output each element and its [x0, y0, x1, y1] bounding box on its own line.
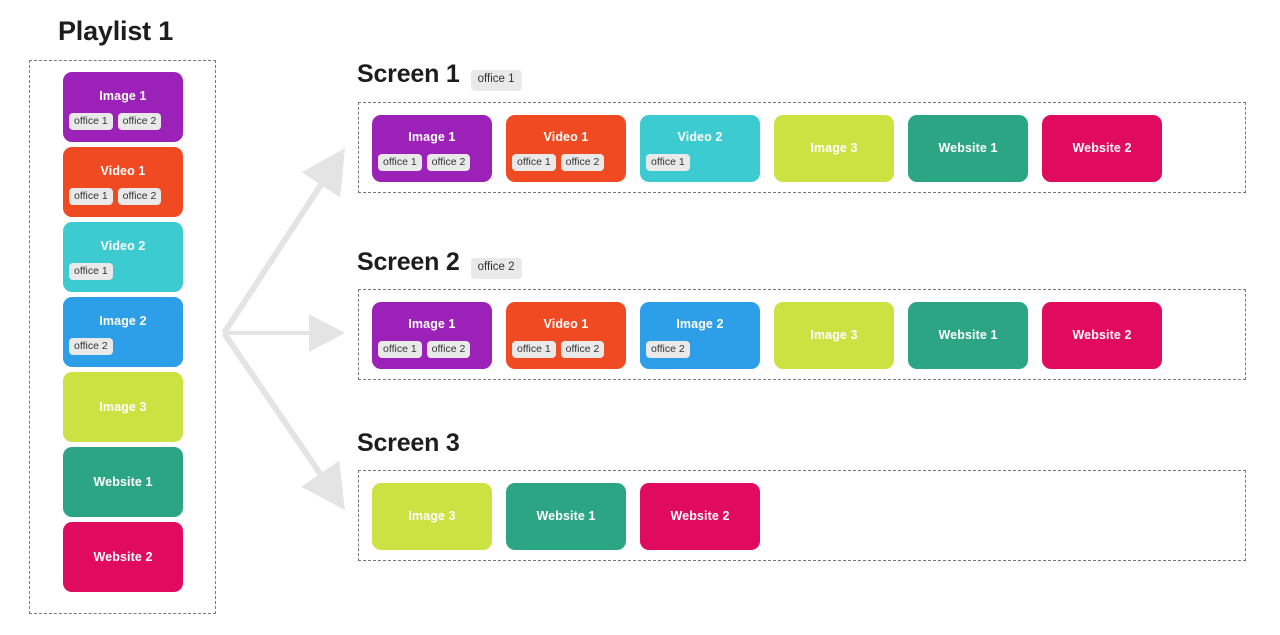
playlist-card[interactable]: Video 2 office 1: [63, 222, 183, 292]
card-tag-list: office 1: [640, 153, 760, 171]
card-tag-list: office 1 office 2: [506, 153, 626, 171]
card-tag-list: office 2: [640, 340, 760, 358]
screen-card[interactable]: Image 1 office 1 office 2: [372, 302, 492, 369]
screen-title: Screen 2: [357, 248, 460, 276]
card-tag: office 1: [512, 153, 556, 171]
card-tag-list: office 1 office 2: [63, 112, 183, 130]
card-tag-list: office 1 office 2: [372, 153, 492, 171]
screen-badge: office 2: [470, 258, 522, 279]
card-tag-list: office 1 office 2: [506, 340, 626, 358]
card-tag: office 1: [69, 112, 113, 130]
card-tag: office 2: [646, 340, 690, 358]
card-title: Website 2: [1072, 328, 1132, 343]
card-title: Website 1: [938, 141, 998, 156]
card-title: Image 3: [99, 399, 147, 414]
screen-card[interactable]: Video 1 office 1 office 2: [506, 115, 626, 182]
screen-card[interactable]: Website 1: [908, 302, 1028, 369]
playlist-card[interactable]: Image 1 office 1 office 2: [63, 72, 183, 142]
playlist-card[interactable]: Image 3: [63, 372, 183, 442]
arrow-to-screen-3: [221, 331, 345, 510]
card-tag: office 1: [69, 262, 113, 280]
card-tag-list: office 1 office 2: [63, 187, 183, 205]
card-tag-list: office 1 office 2: [372, 340, 492, 358]
card-tag: office 2: [560, 153, 605, 171]
card-tag: office 1: [512, 340, 556, 358]
card-title: Video 2: [677, 130, 723, 144]
screen-title: Screen 3: [357, 429, 460, 457]
card-tag: office 1: [646, 153, 690, 171]
playlist-card[interactable]: Website 2: [63, 522, 183, 592]
screen-title: Screen 1: [357, 60, 460, 88]
card-title: Website 2: [1072, 141, 1132, 156]
screen-heading-2: Screen 2 office 2: [357, 248, 522, 279]
card-title: Image 2: [99, 314, 147, 328]
card-title: Video 1: [100, 164, 146, 178]
screen-card[interactable]: Website 2: [640, 483, 760, 550]
card-title: Website 2: [670, 509, 730, 524]
screen-card[interactable]: Image 2 office 2: [640, 302, 760, 369]
screen-card[interactable]: Website 2: [1042, 115, 1162, 182]
playlist-card[interactable]: Video 1 office 1 office 2: [63, 147, 183, 217]
arrow-to-screen-1: [221, 148, 345, 335]
screen-card[interactable]: Website 1: [506, 483, 626, 550]
card-title: Image 1: [408, 317, 456, 331]
card-title: Video 2: [100, 239, 146, 253]
card-tag-list: office 2: [63, 337, 183, 355]
screen-badge: office 1: [470, 70, 522, 91]
card-title: Image 3: [408, 509, 456, 524]
screen-heading-3: Screen 3: [357, 429, 460, 458]
card-title: Image 2: [676, 317, 724, 331]
playlist-card[interactable]: Image 2 office 2: [63, 297, 183, 367]
card-tag: office 2: [117, 112, 162, 130]
card-title: Website 1: [93, 474, 153, 489]
card-tag: office 2: [117, 187, 162, 205]
card-tag: office 1: [378, 153, 422, 171]
card-tag: office 2: [560, 340, 605, 358]
card-tag: office 2: [426, 340, 471, 358]
arrow-to-screen-2: [224, 314, 345, 352]
card-tag: office 1: [69, 187, 113, 205]
playlist-card[interactable]: Website 1: [63, 447, 183, 517]
card-title: Website 1: [536, 509, 596, 524]
screen-card[interactable]: Image 3: [774, 115, 894, 182]
screen-card[interactable]: Website 2: [1042, 302, 1162, 369]
screen-card[interactable]: Image 3: [372, 483, 492, 550]
card-tag: office 1: [378, 340, 422, 358]
card-title: Video 1: [543, 130, 589, 144]
screen-card[interactable]: Video 1 office 1 office 2: [506, 302, 626, 369]
arrow-group: [221, 148, 345, 510]
screen-heading-1: Screen 1 office 1: [357, 60, 522, 91]
card-tag: office 2: [426, 153, 471, 171]
card-tag-list: office 1: [63, 262, 183, 280]
card-title: Website 1: [938, 328, 998, 343]
screen-card[interactable]: Website 1: [908, 115, 1028, 182]
screen-card[interactable]: Video 2 office 1: [640, 115, 760, 182]
card-title: Image 3: [810, 141, 858, 156]
playlist-title: Playlist 1: [58, 16, 174, 46]
screen-card[interactable]: Image 3: [774, 302, 894, 369]
card-title: Website 2: [93, 549, 153, 564]
card-title: Video 1: [543, 317, 589, 331]
card-tag: office 2: [69, 337, 113, 355]
card-title: Image 3: [810, 328, 858, 343]
card-title: Image 1: [99, 89, 147, 103]
screen-card[interactable]: Image 1 office 1 office 2: [372, 115, 492, 182]
card-title: Image 1: [408, 130, 456, 144]
